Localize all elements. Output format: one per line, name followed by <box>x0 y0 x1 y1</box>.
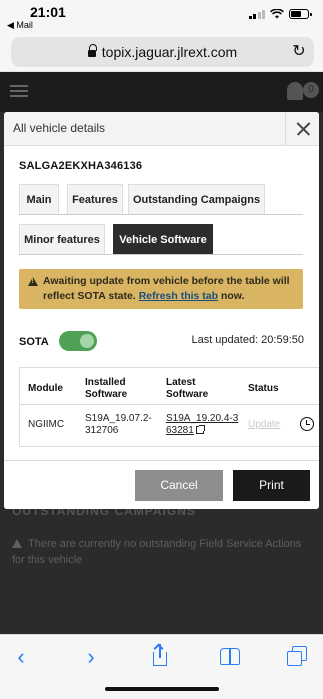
tab-features[interactable]: Features <box>67 184 123 214</box>
forward-arrow-icon[interactable]: › <box>78 644 104 670</box>
close-button[interactable] <box>285 112 319 146</box>
cell-installed-software: S19A_19.07.2-312706 <box>85 413 152 436</box>
sota-label: SOTA <box>19 336 49 348</box>
modal-title: All vehicle details <box>13 121 106 135</box>
vehicle-details-modal: All vehicle details SALGA2EKXHA346136 Ma… <box>4 112 319 509</box>
share-icon[interactable] <box>147 643 173 670</box>
battery-icon <box>289 9 312 19</box>
page-header: 0 <box>0 72 323 112</box>
last-updated: Last updated: 20:59:50 <box>191 334 304 346</box>
warning-icon <box>12 539 22 548</box>
cell-latest-software[interactable]: S19A_19.20.4-363281 <box>166 413 242 437</box>
browser-url-bar: topix.jaguar.jlrext.com ↻ <box>0 34 323 72</box>
modal-footer: Cancel Print <box>4 460 319 509</box>
no-campaigns-notice: There are currently no outstanding Field… <box>12 536 312 568</box>
toggle-knob <box>80 334 94 348</box>
software-table: Module Installed Software Latest Softwar… <box>19 367 319 447</box>
table-header-divider <box>20 404 319 405</box>
sota-toggle[interactable] <box>59 331 97 351</box>
external-link-icon <box>195 425 205 434</box>
status-bar: 21:01 ◀ Mail <box>0 0 323 34</box>
no-campaigns-text: There are currently no outstanding Field… <box>12 538 302 566</box>
lock-icon <box>87 44 97 58</box>
home-indicator[interactable] <box>105 687 219 691</box>
status-time: 21:01 <box>30 4 66 20</box>
refresh-tab-link[interactable]: Refresh this tab <box>139 290 218 302</box>
back-arrow-icon[interactable]: ‹ <box>8 644 34 670</box>
cell-module: NGIIMC <box>28 419 65 430</box>
notification-badge: 0 <box>303 82 319 98</box>
update-link[interactable]: Update <box>248 419 280 430</box>
vehicle-vin: SALGA2EKXHA346136 <box>19 160 143 172</box>
reload-icon[interactable]: ↻ <box>290 43 308 61</box>
column-header-latest: Latest Software <box>166 377 209 400</box>
url-display[interactable]: topix.jaguar.jlrext.com <box>11 44 314 60</box>
modal-header: All vehicle details <box>4 112 319 146</box>
bookmarks-icon[interactable] <box>217 644 243 670</box>
history-icon[interactable] <box>300 417 314 431</box>
menu-icon[interactable] <box>10 85 28 97</box>
url-text: topix.jaguar.jlrext.com <box>101 44 238 60</box>
alert-text: Awaiting update from vehicle before the … <box>43 274 299 304</box>
tab-divider <box>19 214 303 215</box>
wifi-icon <box>270 9 284 19</box>
sota-alert: Awaiting update from vehicle before the … <box>19 269 303 309</box>
status-icons <box>248 9 312 19</box>
cell-status: Update <box>248 419 280 431</box>
signal-icon <box>248 9 265 19</box>
warning-icon <box>28 277 38 286</box>
tab-divider <box>19 254 303 255</box>
back-to-app-link[interactable]: ◀ Mail <box>7 20 33 31</box>
tab-outstanding-campaigns[interactable]: Outstanding Campaigns <box>128 184 265 214</box>
column-header-installed: Installed Software <box>85 377 128 400</box>
alert-message-end: now. <box>220 290 245 302</box>
tab-main[interactable]: Main <box>19 184 59 214</box>
tab-vehicle-software[interactable]: Vehicle Software <box>113 224 213 254</box>
bell-icon[interactable] <box>287 82 303 100</box>
browser-toolbar: ‹ › <box>0 634 323 699</box>
tab-minor-features[interactable]: Minor features <box>19 224 105 254</box>
cancel-button[interactable]: Cancel <box>135 470 223 501</box>
tabs-icon[interactable] <box>284 644 310 670</box>
column-header-status: Status <box>248 383 279 394</box>
column-header-module: Module <box>28 383 63 394</box>
print-button[interactable]: Print <box>233 470 310 501</box>
address-field[interactable]: topix.jaguar.jlrext.com ↻ <box>11 37 314 67</box>
